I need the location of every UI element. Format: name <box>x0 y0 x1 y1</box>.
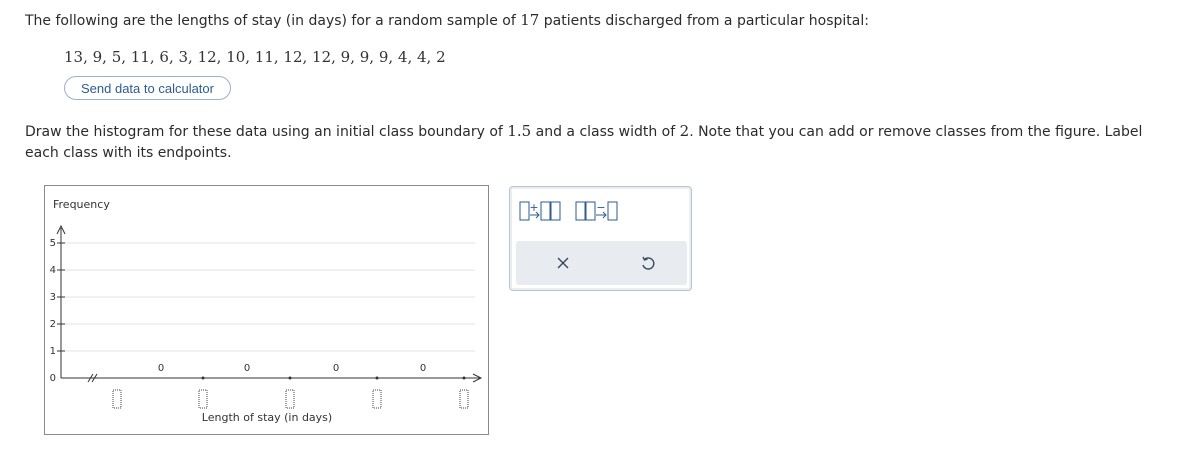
add-class-icon: + <box>519 201 561 221</box>
svg-text:−: − <box>596 201 605 214</box>
data-values: 13, 9, 5, 11, 6, 3, 12, 10, 11, 12, 12, … <box>64 48 446 66</box>
initial-boundary: 1.5 <box>507 122 532 140</box>
intro-text-end: patients discharged from a particular ho… <box>539 13 869 29</box>
y-tick-label-0: 0 <box>50 373 56 384</box>
y-tick-label-2: 2 <box>50 319 56 330</box>
y-tick-label-1: 1 <box>50 346 56 357</box>
class-boundary-dot[interactable] <box>288 376 292 380</box>
instructions: Draw the histogram for these data using … <box>25 121 1165 164</box>
toolbar-actions <box>516 241 687 285</box>
endpoint-input[interactable] <box>372 389 382 409</box>
send-data-button[interactable]: Send data to calculator <box>64 76 231 100</box>
add-class-button[interactable]: + <box>518 198 568 224</box>
undo-button[interactable] <box>639 254 657 272</box>
class-boundary-dot[interactable] <box>462 376 466 380</box>
bar-frequency-label: 0 <box>244 363 250 374</box>
remove-class-button[interactable]: − <box>574 198 624 224</box>
class-width: 2 <box>679 122 690 140</box>
endpoint-input[interactable] <box>198 389 208 409</box>
intro-text: The following are the lengths of stay (i… <box>25 13 521 29</box>
histogram-svg[interactable]: Frequency 0 1 2 3 4 5 0 0 0 0 Length of … <box>45 186 490 436</box>
class-boundary-dot[interactable] <box>375 376 379 380</box>
clear-button[interactable] <box>554 254 572 272</box>
instr-text: Draw the histogram for these data using … <box>25 124 508 140</box>
class-boundary-dot[interactable] <box>201 376 205 380</box>
x-icon <box>557 257 569 269</box>
sample-size: 17 <box>520 11 540 29</box>
bar-frequency-label: 0 <box>333 363 339 374</box>
endpoint-input[interactable] <box>459 389 469 409</box>
y-axis-label: Frequency <box>53 198 110 211</box>
instr-text-mid: and a class width of <box>531 124 680 140</box>
bar-frequency-label: 0 <box>158 363 164 374</box>
y-tick-label-5: 5 <box>50 238 56 249</box>
endpoint-input[interactable] <box>112 389 122 409</box>
question-intro: The following are the lengths of stay (i… <box>25 10 1165 32</box>
x-axis-label: Length of stay (in days) <box>202 411 332 424</box>
y-tick-label-4: 4 <box>50 265 56 276</box>
histogram-graph[interactable]: Frequency 0 1 2 3 4 5 0 0 0 0 Length of … <box>44 185 489 435</box>
svg-text:+: + <box>529 201 538 214</box>
undo-icon <box>642 256 655 270</box>
remove-class-icon: − <box>575 201 618 221</box>
bar-frequency-label: 0 <box>420 363 426 374</box>
gridlines <box>61 242 475 352</box>
graph-toolbar: + − <box>509 186 692 291</box>
endpoint-input[interactable] <box>285 389 295 409</box>
y-tick-label-3: 3 <box>50 292 56 303</box>
